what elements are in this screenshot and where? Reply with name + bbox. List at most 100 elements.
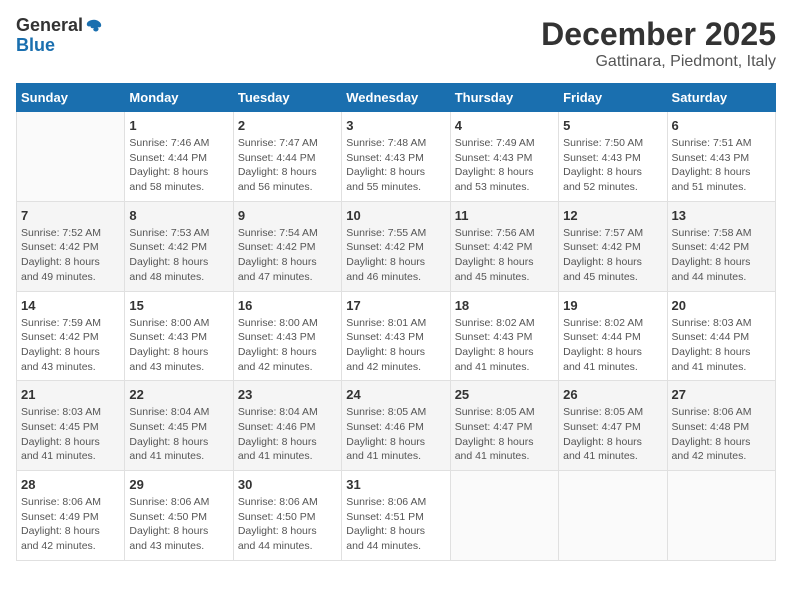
day-number: 27 xyxy=(672,387,771,402)
day-info: Sunrise: 8:02 AMSunset: 4:44 PMDaylight:… xyxy=(563,316,662,375)
calendar-cell: 2 Sunrise: 7:47 AMSunset: 4:44 PMDaylight… xyxy=(233,112,341,202)
day-number: 17 xyxy=(346,298,445,313)
weekday-header-thursday: Thursday xyxy=(450,84,558,112)
day-number: 26 xyxy=(563,387,662,402)
day-number: 11 xyxy=(455,208,554,223)
weekday-header-row: SundayMondayTuesdayWednesdayThursdayFrid… xyxy=(17,84,776,112)
day-number: 16 xyxy=(238,298,337,313)
calendar-cell: 25 Sunrise: 8:05 AMSunset: 4:47 PMDayligh… xyxy=(450,381,558,471)
calendar-cell: 10Sunrise: 7:55 AMSunset: 4:42 PMDayligh… xyxy=(342,201,450,291)
day-number: 21 xyxy=(21,387,120,402)
day-info: Sunrise: 7:49 AMSunset: 4:43 PMDaylight:… xyxy=(455,136,554,195)
day-number: 23 xyxy=(238,387,337,402)
weekday-header-tuesday: Tuesday xyxy=(233,84,341,112)
day-number: 2 xyxy=(238,118,337,133)
calendar-cell: 11 Sunrise: 7:56 AMSunset: 4:42 PMDayligh… xyxy=(450,201,558,291)
title-area: December 2025 Gattinara, Piedmont, Italy xyxy=(541,16,776,71)
day-number: 8 xyxy=(129,208,228,223)
calendar-cell: 12 Sunrise: 7:57 AMSunset: 4:42 PMDayligh… xyxy=(559,201,667,291)
day-info: Sunrise: 7:53 AMSunset: 4:42 PMDaylight:… xyxy=(129,226,228,285)
calendar-cell: 27 Sunrise: 8:06 AMSunset: 4:48 PMDayligh… xyxy=(667,381,775,471)
calendar-cell: 7 Sunrise: 7:52 AMSunset: 4:42 PMDaylight… xyxy=(17,201,125,291)
calendar-week-row: 7 Sunrise: 7:52 AMSunset: 4:42 PMDaylight… xyxy=(17,201,776,291)
day-info: Sunrise: 7:51 AMSunset: 4:43 PMDaylight:… xyxy=(672,136,771,195)
day-number: 13 xyxy=(672,208,771,223)
calendar-cell: 1 Sunrise: 7:46 AMSunset: 4:44 PMDaylight… xyxy=(125,112,233,202)
calendar-cell: 13Sunrise: 7:58 AMSunset: 4:42 PMDayligh… xyxy=(667,201,775,291)
calendar-cell: 15Sunrise: 8:00 AMSunset: 4:43 PMDayligh… xyxy=(125,291,233,381)
weekday-header-friday: Friday xyxy=(559,84,667,112)
calendar-cell: 6 Sunrise: 7:51 AMSunset: 4:43 PMDaylight… xyxy=(667,112,775,202)
calendar-cell: 19 Sunrise: 8:02 AMSunset: 4:44 PMDayligh… xyxy=(559,291,667,381)
weekday-header-monday: Monday xyxy=(125,84,233,112)
day-number: 25 xyxy=(455,387,554,402)
calendar-cell xyxy=(559,471,667,561)
day-number: 30 xyxy=(238,477,337,492)
weekday-header-sunday: Sunday xyxy=(17,84,125,112)
calendar-cell: 30 Sunrise: 8:06 AMSunset: 4:50 PMDayligh… xyxy=(233,471,341,561)
day-info: Sunrise: 8:06 AMSunset: 4:48 PMDaylight:… xyxy=(672,405,771,464)
day-info: Sunrise: 8:03 AMSunset: 4:44 PMDaylight:… xyxy=(672,316,771,375)
day-info: Sunrise: 7:52 AMSunset: 4:42 PMDaylight:… xyxy=(21,226,120,285)
day-info: Sunrise: 8:06 AMSunset: 4:49 PMDaylight:… xyxy=(21,495,120,554)
day-number: 7 xyxy=(21,208,120,223)
logo-bird-icon xyxy=(85,18,103,36)
day-number: 24 xyxy=(346,387,445,402)
day-info: Sunrise: 8:05 AMSunset: 4:46 PMDaylight:… xyxy=(346,405,445,464)
day-info: Sunrise: 7:48 AMSunset: 4:43 PMDaylight:… xyxy=(346,136,445,195)
calendar-cell xyxy=(667,471,775,561)
weekday-header-saturday: Saturday xyxy=(667,84,775,112)
day-info: Sunrise: 7:57 AMSunset: 4:42 PMDaylight:… xyxy=(563,226,662,285)
calendar-cell: 31Sunrise: 8:06 AMSunset: 4:51 PMDayligh… xyxy=(342,471,450,561)
calendar-cell: 26Sunrise: 8:05 AMSunset: 4:47 PMDayligh… xyxy=(559,381,667,471)
calendar-cell: 8 Sunrise: 7:53 AMSunset: 4:42 PMDaylight… xyxy=(125,201,233,291)
day-number: 3 xyxy=(346,118,445,133)
day-number: 29 xyxy=(129,477,228,492)
calendar-cell: 24 Sunrise: 8:05 AMSunset: 4:46 PMDayligh… xyxy=(342,381,450,471)
day-info: Sunrise: 8:04 AMSunset: 4:46 PMDaylight:… xyxy=(238,405,337,464)
day-info: Sunrise: 7:54 AMSunset: 4:42 PMDaylight:… xyxy=(238,226,337,285)
calendar-week-row: 14Sunrise: 7:59 AMSunset: 4:42 PMDayligh… xyxy=(17,291,776,381)
day-number: 28 xyxy=(21,477,120,492)
calendar-cell: 28 Sunrise: 8:06 AMSunset: 4:49 PMDayligh… xyxy=(17,471,125,561)
day-number: 20 xyxy=(672,298,771,313)
day-number: 15 xyxy=(129,298,228,313)
day-info: Sunrise: 8:01 AMSunset: 4:43 PMDaylight:… xyxy=(346,316,445,375)
day-number: 9 xyxy=(238,208,337,223)
calendar-cell: 23 Sunrise: 8:04 AMSunset: 4:46 PMDayligh… xyxy=(233,381,341,471)
day-number: 6 xyxy=(672,118,771,133)
day-info: Sunrise: 7:56 AMSunset: 4:42 PMDaylight:… xyxy=(455,226,554,285)
calendar-cell: 9 Sunrise: 7:54 AMSunset: 4:42 PMDaylight… xyxy=(233,201,341,291)
page-header: General Blue December 2025 Gattinara, Pi… xyxy=(16,16,776,71)
calendar-cell: 20 Sunrise: 8:03 AMSunset: 4:44 PMDayligh… xyxy=(667,291,775,381)
calendar-cell xyxy=(450,471,558,561)
day-info: Sunrise: 8:06 AMSunset: 4:50 PMDaylight:… xyxy=(238,495,337,554)
calendar-cell: 21 Sunrise: 8:03 AMSunset: 4:45 PMDayligh… xyxy=(17,381,125,471)
calendar-cell: 18 Sunrise: 8:02 AMSunset: 4:43 PMDayligh… xyxy=(450,291,558,381)
day-number: 4 xyxy=(455,118,554,133)
day-info: Sunrise: 7:50 AMSunset: 4:43 PMDaylight:… xyxy=(563,136,662,195)
day-number: 31 xyxy=(346,477,445,492)
day-info: Sunrise: 8:06 AMSunset: 4:50 PMDaylight:… xyxy=(129,495,228,554)
day-number: 18 xyxy=(455,298,554,313)
day-info: Sunrise: 8:02 AMSunset: 4:43 PMDaylight:… xyxy=(455,316,554,375)
logo: General Blue xyxy=(16,16,103,56)
day-number: 19 xyxy=(563,298,662,313)
day-info: Sunrise: 7:47 AMSunset: 4:44 PMDaylight:… xyxy=(238,136,337,195)
calendar-cell: 16Sunrise: 8:00 AMSunset: 4:43 PMDayligh… xyxy=(233,291,341,381)
calendar-cell: 29 Sunrise: 8:06 AMSunset: 4:50 PMDayligh… xyxy=(125,471,233,561)
day-info: Sunrise: 7:46 AMSunset: 4:44 PMDaylight:… xyxy=(129,136,228,195)
day-info: Sunrise: 7:55 AMSunset: 4:42 PMDaylight:… xyxy=(346,226,445,285)
calendar-cell: 17 Sunrise: 8:01 AMSunset: 4:43 PMDayligh… xyxy=(342,291,450,381)
day-info: Sunrise: 8:05 AMSunset: 4:47 PMDaylight:… xyxy=(455,405,554,464)
calendar-table: SundayMondayTuesdayWednesdayThursdayFrid… xyxy=(16,83,776,561)
calendar-cell xyxy=(17,112,125,202)
logo-blue: Blue xyxy=(16,36,103,56)
day-info: Sunrise: 8:03 AMSunset: 4:45 PMDaylight:… xyxy=(21,405,120,464)
day-number: 1 xyxy=(129,118,228,133)
calendar-cell: 5Sunrise: 7:50 AMSunset: 4:43 PMDaylight… xyxy=(559,112,667,202)
calendar-week-row: 1 Sunrise: 7:46 AMSunset: 4:44 PMDaylight… xyxy=(17,112,776,202)
day-number: 12 xyxy=(563,208,662,223)
calendar-week-row: 21 Sunrise: 8:03 AMSunset: 4:45 PMDayligh… xyxy=(17,381,776,471)
day-info: Sunrise: 8:04 AMSunset: 4:45 PMDaylight:… xyxy=(129,405,228,464)
